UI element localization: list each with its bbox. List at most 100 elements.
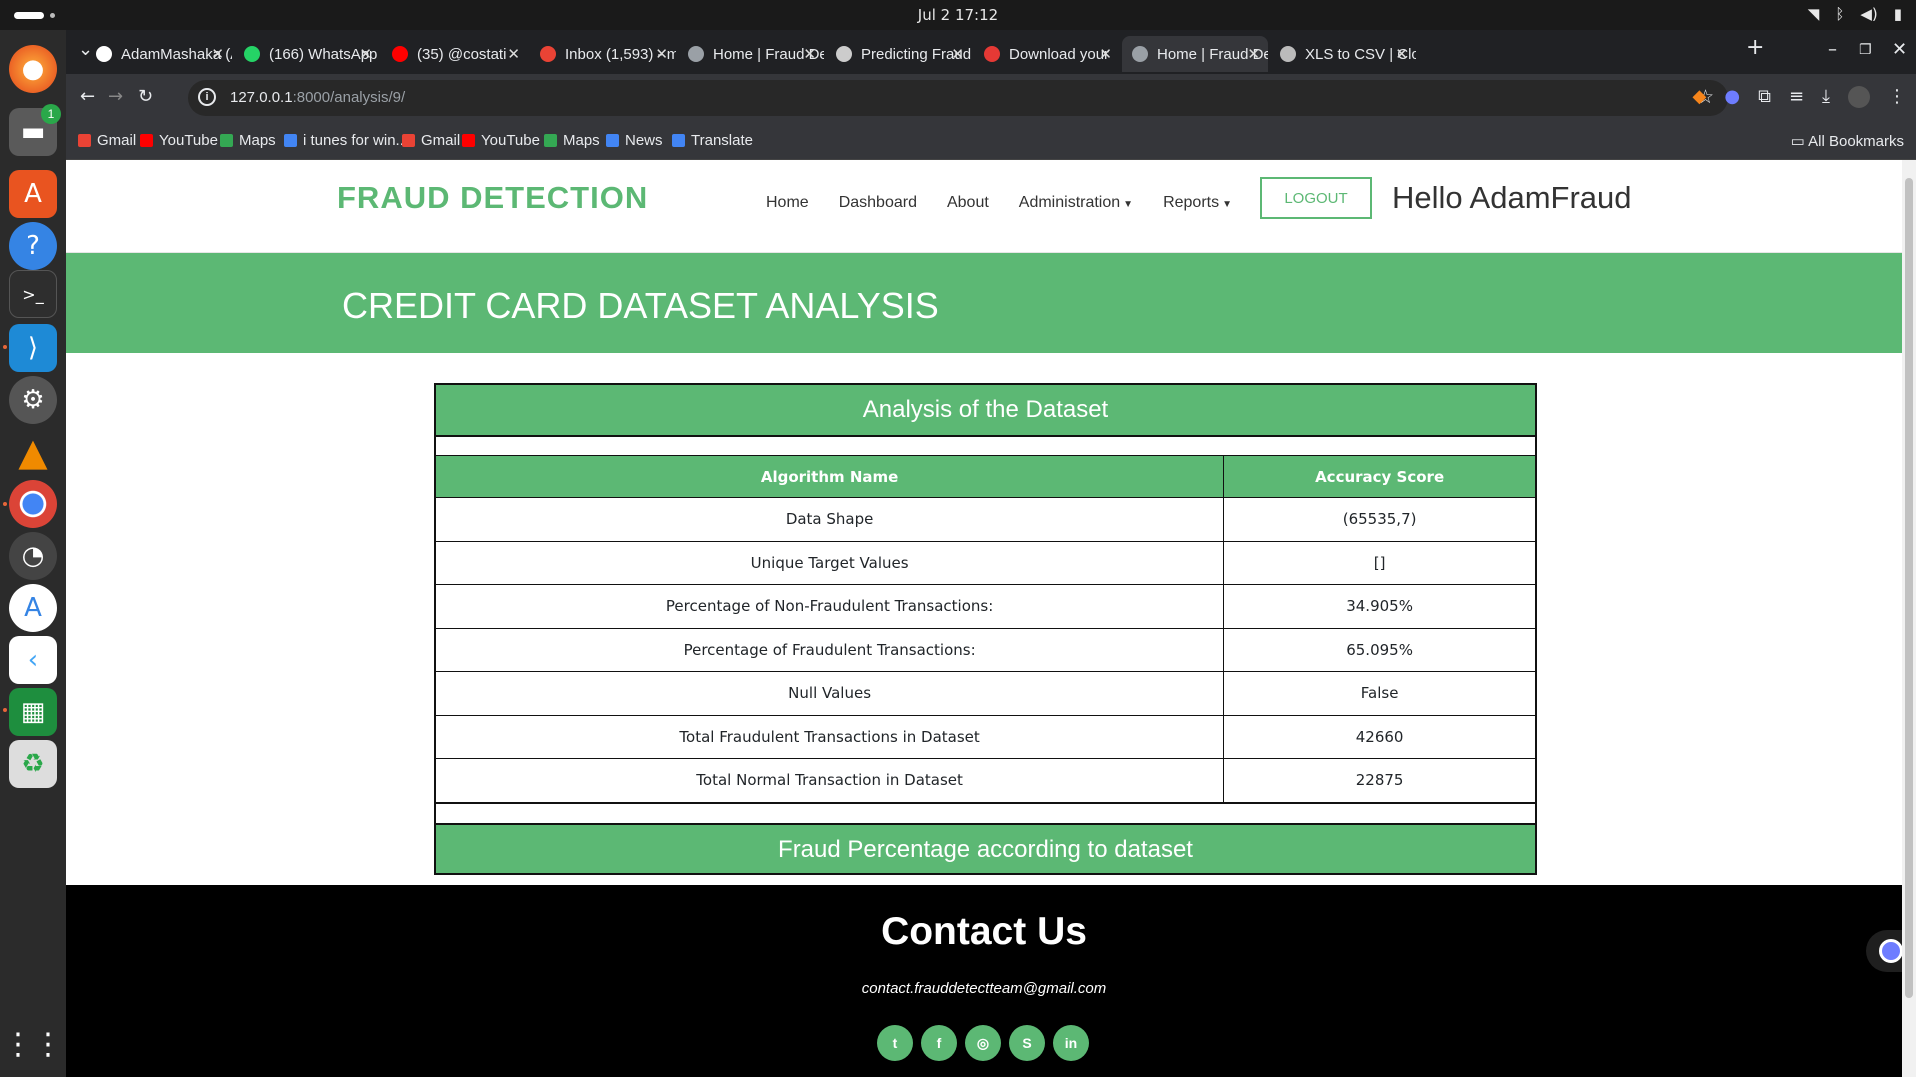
trash-icon[interactable]: ♻ — [9, 740, 57, 788]
address-bar[interactable]: i 127.0.0.1:8000/analysis/9/ ☆ — [188, 80, 1728, 116]
chrome-icon[interactable] — [9, 480, 57, 528]
volume-icon[interactable]: ◀) — [1860, 5, 1877, 23]
table-row: Data Shape (65535,7) — [436, 497, 1535, 542]
tab-close-icon[interactable]: ✕ — [803, 45, 816, 63]
table-row: Percentage of Fraudulent Transactions: 65… — [436, 627, 1535, 672]
metric-value-cell: [] — [1223, 540, 1535, 585]
main-menu: Home Dashboard About Administration ▼ Rep… — [766, 194, 1232, 212]
help-icon[interactable]: ? — [9, 222, 57, 270]
tab-close-icon[interactable]: ✕ — [359, 45, 372, 63]
battery-icon[interactable]: ▮ — [1894, 5, 1902, 23]
tab-close-icon[interactable]: ✕ — [1099, 45, 1112, 63]
bookmark-item[interactable]: Gmail — [78, 132, 136, 149]
tab-close-icon[interactable]: ✕ — [655, 45, 668, 63]
bookmark-label: Gmail — [421, 132, 461, 149]
app-center-icon[interactable]: A — [9, 170, 57, 218]
files-icon[interactable]: ▬ 1 — [9, 104, 61, 156]
os-top-bar: Jul 2 17:12 ◥ ᛒ ◀) ▮ — [0, 0, 1916, 30]
linkedin-icon[interactable]: in — [1053, 1025, 1089, 1061]
nav-dashboard[interactable]: Dashboard — [839, 194, 917, 212]
bookmark-item[interactable]: News — [606, 132, 663, 149]
bookmark-label: News — [625, 132, 663, 149]
skype-icon[interactable]: S — [1009, 1025, 1045, 1061]
logout-button[interactable]: LOGOUT — [1260, 177, 1372, 219]
bookmark-item[interactable]: i tunes for win... — [284, 132, 408, 149]
nav-home[interactable]: Home — [766, 194, 809, 212]
panel-spacer — [436, 802, 1535, 823]
browser-tab[interactable]: (35) @costati ✕ — [382, 36, 528, 72]
flutter-icon[interactable]: ‹ — [9, 636, 57, 684]
site-info-icon[interactable]: i — [198, 88, 216, 106]
running-indicator — [3, 708, 7, 712]
tab-close-icon[interactable]: ✕ — [1395, 45, 1408, 63]
download-icon[interactable]: ⤓ — [1822, 86, 1830, 108]
back-icon[interactable]: ← — [80, 86, 95, 107]
bookmark-label: i tunes for win... — [303, 132, 409, 149]
vscode-icon[interactable]: ⟩ — [9, 324, 57, 372]
spreadsheet-icon[interactable]: ▦ — [9, 688, 57, 736]
profile-avatar[interactable] — [1848, 86, 1870, 108]
assistant-extension-icon[interactable]: ● — [1724, 86, 1740, 108]
tab-close-icon[interactable]: ✕ — [211, 45, 224, 63]
bookmark-item[interactable]: YouTube — [462, 132, 540, 149]
browser-tab[interactable]: Home | Fraud De ✕ — [678, 36, 824, 72]
bookmark-item[interactable]: Translate — [672, 132, 753, 149]
system-clock[interactable]: Jul 2 17:12 — [0, 6, 1916, 24]
nav-administration-dropdown[interactable]: Administration ▼ — [1019, 194, 1133, 212]
url-text[interactable]: 127.0.0.1:8000/analysis/9/ — [230, 89, 405, 106]
wifi-icon[interactable]: ◥ — [1808, 5, 1820, 23]
instagram-icon[interactable]: ◎ — [965, 1025, 1001, 1061]
bookmark-item[interactable]: Maps — [544, 132, 600, 149]
bookmark-favicon-icon — [140, 134, 153, 147]
reading-list-icon[interactable]: ≡ — [1789, 86, 1804, 108]
tab-close-icon[interactable]: ✕ — [507, 45, 520, 63]
browser-tab[interactable]: (166) WhatsApp ✕ — [234, 36, 380, 72]
restore-icon[interactable]: ❐ — [1859, 42, 1872, 58]
clock-app-icon[interactable]: ◔ — [9, 532, 57, 580]
contact-email[interactable]: contact.frauddetectteam@gmail.com — [66, 980, 1902, 997]
menu-kebab-icon[interactable]: ⋮ — [1888, 86, 1906, 108]
close-window-icon[interactable]: ✕ — [1892, 39, 1907, 60]
site-brand[interactable]: FRAUD DETECTION — [337, 180, 648, 216]
browser-tab[interactable]: Inbox (1,593) - m ✕ — [530, 36, 676, 72]
metric-value-cell: 34.905% — [1223, 584, 1535, 629]
firefox-icon[interactable]: ● — [9, 45, 57, 93]
browser-tab[interactable]: Home | Fraud De ✕ — [1122, 36, 1268, 72]
vlc-icon[interactable]: ▲ — [9, 428, 57, 476]
bluetooth-icon[interactable]: ᛒ — [1835, 5, 1844, 23]
gmail-icon — [540, 46, 556, 62]
bookmark-item[interactable]: Gmail — [402, 132, 460, 149]
page-viewport: FRAUD DETECTION Home Dashboard About Adm… — [66, 160, 1916, 1077]
tab-close-icon[interactable]: ✕ — [951, 45, 964, 63]
all-bookmarks-button[interactable]: ▭ All Bookmarks — [1791, 132, 1904, 150]
terminal-icon[interactable]: >_ — [9, 270, 57, 318]
browser-tab[interactable]: Download your ✕ — [974, 36, 1120, 72]
twitter-icon[interactable]: t — [877, 1025, 913, 1061]
metric-value-cell: (65535,7) — [1223, 497, 1535, 542]
minimize-icon[interactable]: – — [1828, 39, 1837, 60]
tab-close-icon[interactable]: ✕ — [1247, 45, 1260, 63]
reload-icon[interactable]: ↻ — [138, 86, 153, 107]
app-store-icon[interactable]: A — [9, 584, 57, 632]
nav-reports-dropdown[interactable]: Reports ▼ — [1163, 194, 1232, 212]
user-greeting: Hello AdamFraud — [1392, 180, 1632, 215]
browser-toolbar: ← → ↻ i 127.0.0.1:8000/analysis/9/ ☆ ◆ ●… — [66, 74, 1916, 122]
browser-tab[interactable]: XLS to CSV | Clo ✕ — [1270, 36, 1416, 72]
extensions-puzzle-icon[interactable]: ⧉ — [1758, 86, 1771, 108]
bookmark-item[interactable]: YouTube — [140, 132, 218, 149]
forward-icon[interactable]: → — [108, 86, 123, 107]
nav-about[interactable]: About — [947, 194, 989, 212]
browser-tab[interactable]: Predicting Fraud ✕ — [826, 36, 972, 72]
scrollbar-thumb[interactable] — [1905, 178, 1913, 998]
browser-tab[interactable]: AdamMashaka (A ✕ — [86, 36, 232, 72]
metamask-icon[interactable]: ◆ — [1693, 86, 1707, 108]
bookmark-favicon-icon — [402, 134, 415, 147]
show-apps-icon[interactable]: ⋮⋮ — [3, 1020, 63, 1068]
bookmark-favicon-icon — [672, 134, 685, 147]
facebook-icon[interactable]: f — [921, 1025, 957, 1061]
system-tray[interactable]: ◥ ᛒ ◀) ▮ — [1808, 5, 1902, 23]
new-tab-button[interactable]: + — [1746, 35, 1764, 60]
settings-gear-icon[interactable]: ⚙ — [9, 376, 57, 424]
bookmark-item[interactable]: Maps — [220, 132, 276, 149]
page-scrollbar[interactable] — [1902, 160, 1916, 1077]
